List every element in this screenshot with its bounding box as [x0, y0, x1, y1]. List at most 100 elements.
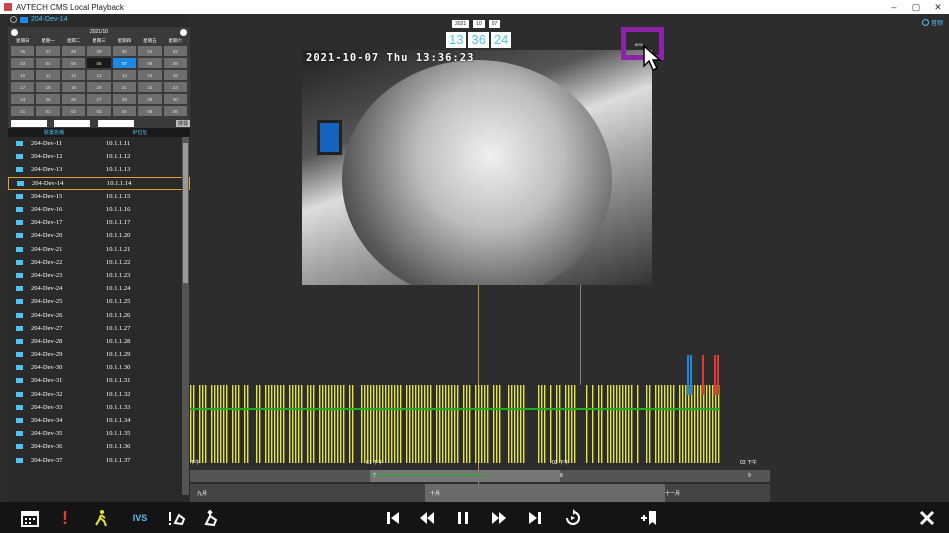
event-marker[interactable]	[717, 355, 719, 395]
ip-column-header[interactable]: IP位址	[100, 129, 180, 136]
audio-toggle[interactable]: 音频	[921, 18, 943, 27]
device-row[interactable]: 204-Dev-29 10.1.1.29	[8, 348, 190, 361]
calendar-day[interactable]: 17	[11, 82, 35, 92]
maximize-button[interactable]: ▢	[905, 0, 927, 14]
device-row[interactable]: 204-Dev-33 10.1.1.33	[8, 401, 190, 414]
calendar-day[interactable]: 04	[112, 106, 137, 116]
year-field[interactable]: 2021	[452, 20, 470, 28]
rewind-button[interactable]	[414, 506, 440, 530]
device-row[interactable]: 204-Dev-32 10.1.1.32	[8, 388, 190, 401]
calendar-day[interactable]: 25	[36, 94, 60, 104]
selected-device-header[interactable]: 204-Dev-14	[8, 14, 190, 25]
calendar-day[interactable]: 01	[36, 106, 60, 116]
skip-end-button[interactable]	[522, 506, 548, 530]
calendar-day[interactable]: 05	[61, 58, 86, 68]
calendar-day[interactable]: 29	[87, 46, 111, 56]
device-row[interactable]: 204-Dev-17 10.1.1.17	[8, 216, 190, 229]
device-row[interactable]: 204-Dev-13 10.1.1.13	[8, 163, 190, 176]
replay-button[interactable]	[560, 506, 586, 530]
device-row[interactable]: 204-Dev-14 10.1.1.14	[8, 176, 190, 190]
device-row[interactable]: 204-Dev-16 10.1.1.16	[8, 203, 190, 216]
device-row[interactable]: 204-Dev-28 10.1.1.28	[8, 335, 190, 348]
calendar-day[interactable]: 09	[163, 58, 187, 68]
calendar-day[interactable]: 24	[11, 94, 35, 104]
calendar-day[interactable]: 18	[36, 82, 60, 92]
device-row[interactable]: 204-Dev-25 10.1.1.25	[8, 295, 190, 308]
start-hour-field[interactable]	[11, 120, 47, 127]
calendar-day[interactable]: 16	[163, 70, 187, 80]
device-row[interactable]: 204-Dev-12 10.1.1.12	[8, 150, 190, 163]
calendar-day[interactable]: 30	[163, 94, 187, 104]
device-row[interactable]: 204-Dev-22 10.1.1.22	[8, 256, 190, 269]
device-row[interactable]: 204-Dev-11 10.1.1.11	[8, 137, 190, 150]
prev-month-icon[interactable]	[11, 28, 18, 36]
calendar-day[interactable]: 31	[11, 106, 35, 116]
device-list-scrollbar[interactable]	[182, 137, 189, 495]
calendar-day[interactable]: 15	[138, 70, 162, 80]
device-row[interactable]: 204-Dev-31 10.1.1.31	[8, 374, 190, 387]
calendar-day[interactable]: 14	[112, 70, 137, 80]
clock-second[interactable]: 24	[490, 32, 512, 48]
device-row[interactable]: 204-Dev-24 10.1.1.24	[8, 282, 190, 295]
calendar-day[interactable]: 12	[61, 70, 86, 80]
calendar-day[interactable]: 27	[87, 94, 111, 104]
calendar-day[interactable]: 26	[61, 94, 86, 104]
device-row[interactable]: 204-Dev-36 10.1.1.36	[8, 440, 190, 453]
event-marker[interactable]	[702, 355, 704, 395]
calendar-day[interactable]: 03	[87, 106, 111, 116]
device-row[interactable]: 204-Dev-21 10.1.1.21	[8, 243, 190, 256]
device-row[interactable]: 204-Dev-23 10.1.1.23	[8, 269, 190, 282]
event-button[interactable]	[164, 506, 190, 530]
next-month-icon[interactable]	[179, 28, 187, 36]
calendar-day[interactable]: 29	[138, 94, 162, 104]
export-button[interactable]	[198, 506, 224, 530]
alarm-button[interactable]: !	[52, 506, 78, 530]
device-row[interactable]: 204-Dev-27 10.1.1.27	[8, 322, 190, 335]
minimize-button[interactable]: –	[883, 0, 905, 14]
calendar-day[interactable]: 11	[36, 70, 60, 80]
calendar-day[interactable]: 13	[87, 70, 111, 80]
device-row[interactable]: 204-Dev-37 10.1.1.37	[8, 454, 190, 467]
calendar-day[interactable]: 04	[36, 58, 60, 68]
skip-start-button[interactable]	[380, 506, 406, 530]
calendar-day[interactable]: 27	[36, 46, 60, 56]
scrollbar-thumb[interactable]	[183, 143, 188, 283]
calendar-day[interactable]: 30	[112, 46, 137, 56]
calendar-day[interactable]: 26	[11, 46, 35, 56]
calendar-day[interactable]: 10	[11, 70, 35, 80]
close-playback-button[interactable]	[914, 506, 940, 530]
device-row[interactable]: 204-Dev-20 10.1.1.20	[8, 229, 190, 242]
timeline-lower[interactable]: 7 8 9 九月 十月 十一月	[190, 470, 770, 502]
event-marker[interactable]	[714, 355, 716, 395]
calendar-day[interactable]: 06	[87, 58, 111, 68]
video-player[interactable]: 2021-10-07 Thu 13:36:23	[302, 50, 652, 285]
calendar-day[interactable]: 28	[61, 46, 86, 56]
calendar-day[interactable]: 01	[138, 46, 162, 56]
calendar-day[interactable]: 07	[112, 58, 137, 68]
device-row[interactable]: 204-Dev-34 10.1.1.34	[8, 414, 190, 427]
calendar-day[interactable]: 21	[112, 82, 137, 92]
calendar-day[interactable]: 23	[163, 82, 187, 92]
calendar-day[interactable]: 08	[138, 58, 162, 68]
calendar-day[interactable]: 05	[138, 106, 162, 116]
calendar-day[interactable]: 02	[163, 46, 187, 56]
fast-forward-button[interactable]	[486, 506, 512, 530]
start-minute-field[interactable]	[54, 120, 91, 127]
clock-minute[interactable]: 36	[468, 32, 489, 48]
close-window-button[interactable]: ✕	[927, 0, 949, 14]
calendar-day[interactable]: 20	[87, 82, 111, 92]
calendar-button[interactable]	[17, 506, 43, 530]
name-column-header[interactable]: 裝置名稱	[8, 129, 100, 136]
event-marker[interactable]	[690, 355, 692, 395]
pause-button[interactable]	[450, 506, 476, 530]
calendar-day[interactable]: 03	[11, 58, 35, 68]
calendar-day[interactable]: 19	[61, 82, 86, 92]
calendar-day[interactable]: 06	[163, 106, 187, 116]
add-bookmark-button[interactable]	[636, 506, 662, 530]
device-row[interactable]: 204-Dev-26 10.1.1.26	[8, 308, 190, 321]
event-marker[interactable]	[687, 355, 689, 395]
recording-timeline[interactable]	[190, 355, 720, 475]
calendar-day[interactable]: 28	[112, 94, 137, 104]
motion-button[interactable]	[88, 506, 114, 530]
collapse-icon[interactable]	[10, 16, 17, 23]
